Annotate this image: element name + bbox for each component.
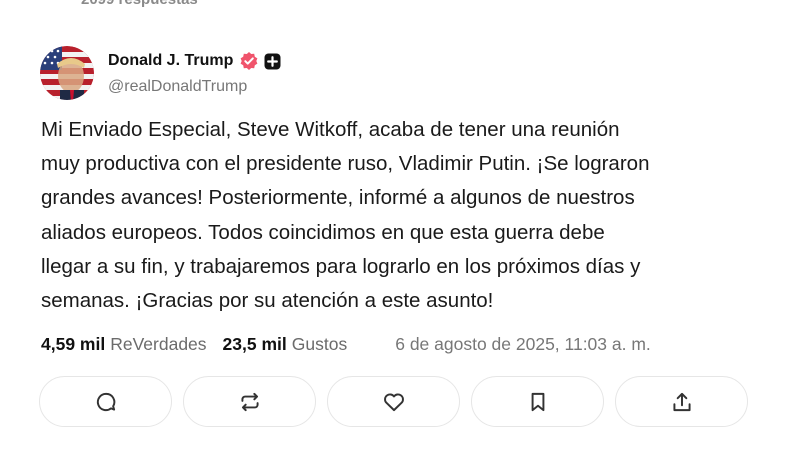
like-button[interactable] — [327, 376, 460, 427]
plus-badge-icon — [264, 53, 281, 70]
bookmark-icon — [531, 392, 544, 411]
verified-badge-icon — [239, 51, 259, 71]
repost-icon — [240, 392, 259, 411]
likes-count[interactable]: 23,5 mil — [223, 334, 287, 355]
heart-icon — [383, 392, 404, 411]
post-page: 2099 respuestas — [0, 0, 790, 450]
author-handle[interactable]: @realDonaldTrump — [108, 78, 281, 96]
bookmark-button[interactable] — [471, 376, 604, 427]
reposts-label[interactable]: ReVerdades — [110, 334, 206, 355]
reply-button[interactable] — [39, 376, 172, 427]
reposts-count[interactable]: 4,59 mil — [41, 334, 105, 355]
post-text: Mi Enviado Especial, Steve Witkoff, acab… — [41, 118, 650, 313]
post-timestamp[interactable]: 6 de agosto de 2025, 11:03 a. m. — [395, 334, 651, 355]
author-block: Donald J. Trump @realDonaldTrump — [108, 50, 281, 96]
repost-button[interactable] — [183, 376, 316, 427]
share-icon — [672, 392, 691, 411]
share-button[interactable] — [615, 376, 748, 427]
post-stats: 4,59 mil ReVerdades 23,5 mil Gustos 6 de… — [41, 330, 761, 358]
comment-icon — [96, 392, 115, 411]
previous-post-replies-count[interactable]: 2099 respuestas — [81, 0, 198, 8]
avatar-image — [40, 46, 94, 100]
author-display-name[interactable]: Donald J. Trump — [108, 52, 233, 70]
action-bar — [39, 376, 748, 427]
avatar[interactable] — [40, 46, 94, 100]
author-name-row: Donald J. Trump — [108, 50, 281, 72]
likes-label[interactable]: Gustos — [292, 334, 347, 355]
